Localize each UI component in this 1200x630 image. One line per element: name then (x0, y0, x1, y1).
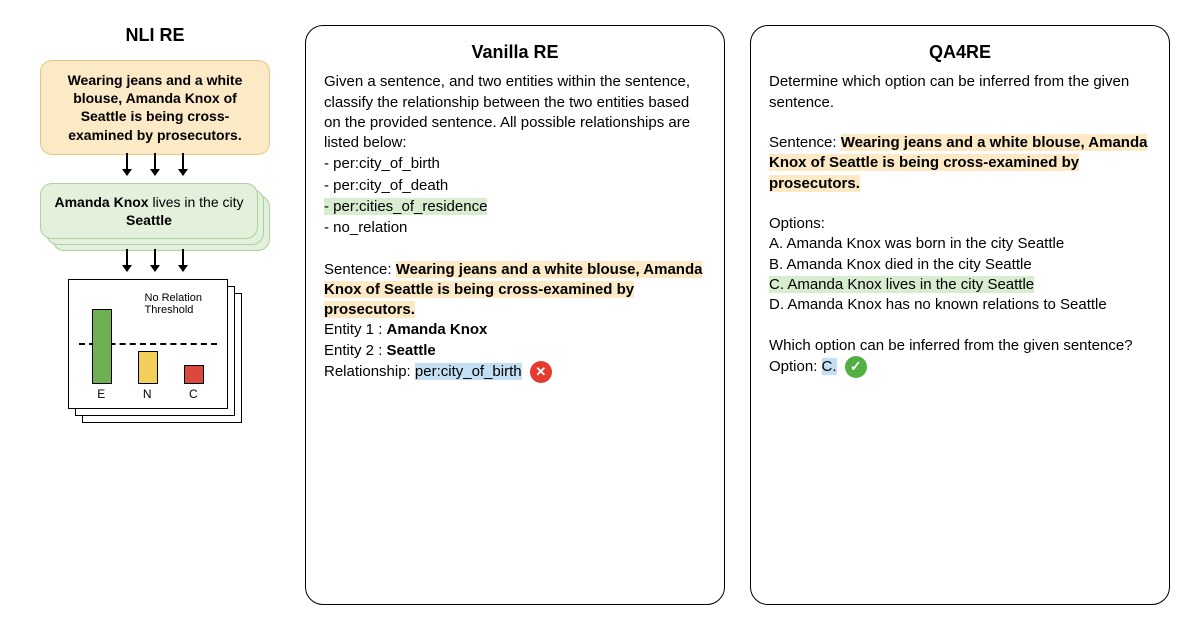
hypothesis-mid: lives in the city (149, 194, 244, 210)
entity2-value: Seattle (387, 342, 436, 359)
entity2-label: Entity 2 : (324, 342, 387, 359)
options-label: Options: (769, 214, 1151, 234)
premise-box: Wearing jeans and a white blouse, Amanda… (40, 60, 270, 155)
answer-line: Option: C. (769, 356, 1151, 378)
nli-re-column: NLI RE Wearing jeans and a white blouse,… (30, 25, 280, 605)
relation-item: - per:city_of_birth (324, 154, 706, 174)
x-label: N (143, 387, 152, 401)
qa4re-instruction: Determine which option can be inferred f… (769, 72, 1151, 113)
answer-value: C. (822, 358, 837, 375)
relation-item: - per:cities_of_residence (324, 197, 706, 217)
entity1-line: Entity 1 : Amanda Knox (324, 320, 706, 340)
hypothesis-stack: Amanda Knox lives in the city Seattle (40, 183, 270, 251)
vanilla-instruction: Given a sentence, and two entities withi… (324, 72, 706, 153)
option-highlighted: C. Amanda Knox lives in the city Seattle (769, 276, 1034, 293)
arrows-top (126, 153, 184, 175)
sentence-block: Sentence: Wearing jeans and a white blou… (324, 260, 706, 321)
x-label: C (189, 387, 198, 401)
entity1-value: Amanda Knox (387, 321, 488, 338)
check-icon (845, 356, 867, 378)
relation-item: - no_relation (324, 218, 706, 238)
qa4re-panel: QA4RE Determine which option can be infe… (750, 25, 1170, 605)
sentence-label: Sentence: (324, 261, 396, 278)
relationship-line: Relationship: per:city_of_birth (324, 361, 706, 383)
chart-bars (79, 304, 217, 384)
relationship-label: Relationship: (324, 363, 415, 380)
hypothesis-entity1: Amanda Knox (54, 194, 148, 210)
arrow-icon (154, 153, 156, 175)
premise-text: Wearing jeans and a white blouse, Amanda… (68, 72, 243, 143)
hypothesis-box: Amanda Knox lives in the city Seattle (40, 183, 258, 239)
question-text: Which option can be inferred from the gi… (769, 336, 1151, 356)
relation-list: - per:city_of_birth - per:city_of_death … (324, 154, 706, 238)
score-chart-stack: No Relation Threshold E N C (68, 279, 243, 424)
qa4re-title: QA4RE (769, 40, 1151, 64)
nli-re-title: NLI RE (125, 25, 184, 46)
option-item: C. Amanda Knox lives in the city Seattle (769, 275, 1151, 295)
arrow-icon (126, 153, 128, 175)
score-chart: No Relation Threshold E N C (68, 279, 228, 409)
answer-label: Option: (769, 358, 822, 375)
arrows-bottom (126, 249, 184, 271)
relation-item: - per:city_of_death (324, 176, 706, 196)
option-item: A. Amanda Knox was born in the city Seat… (769, 234, 1151, 254)
vanilla-title: Vanilla RE (324, 40, 706, 64)
sentence-block: Sentence: Wearing jeans and a white blou… (769, 133, 1151, 194)
vanilla-re-panel: Vanilla RE Given a sentence, and two ent… (305, 25, 725, 605)
arrow-icon (126, 249, 128, 271)
relation-highlighted: - per:cities_of_residence (324, 198, 487, 215)
cross-icon (530, 361, 552, 383)
arrow-icon (182, 153, 184, 175)
chart-x-labels: E N C (79, 387, 217, 401)
entity2-line: Entity 2 : Seattle (324, 341, 706, 361)
arrow-icon (154, 249, 156, 271)
arrow-icon (182, 249, 184, 271)
bar-contradiction (184, 365, 204, 384)
relationship-value: per:city_of_birth (415, 363, 522, 380)
bar-entailment (92, 309, 112, 384)
entity1-label: Entity 1 : (324, 321, 387, 338)
option-item: B. Amanda Knox died in the city Seattle (769, 255, 1151, 275)
x-label: E (97, 387, 105, 401)
option-item: D. Amanda Knox has no known relations to… (769, 295, 1151, 315)
bar-neutral (138, 351, 158, 384)
sentence-label: Sentence: (769, 134, 841, 151)
hypothesis-entity2: Seattle (126, 212, 172, 228)
